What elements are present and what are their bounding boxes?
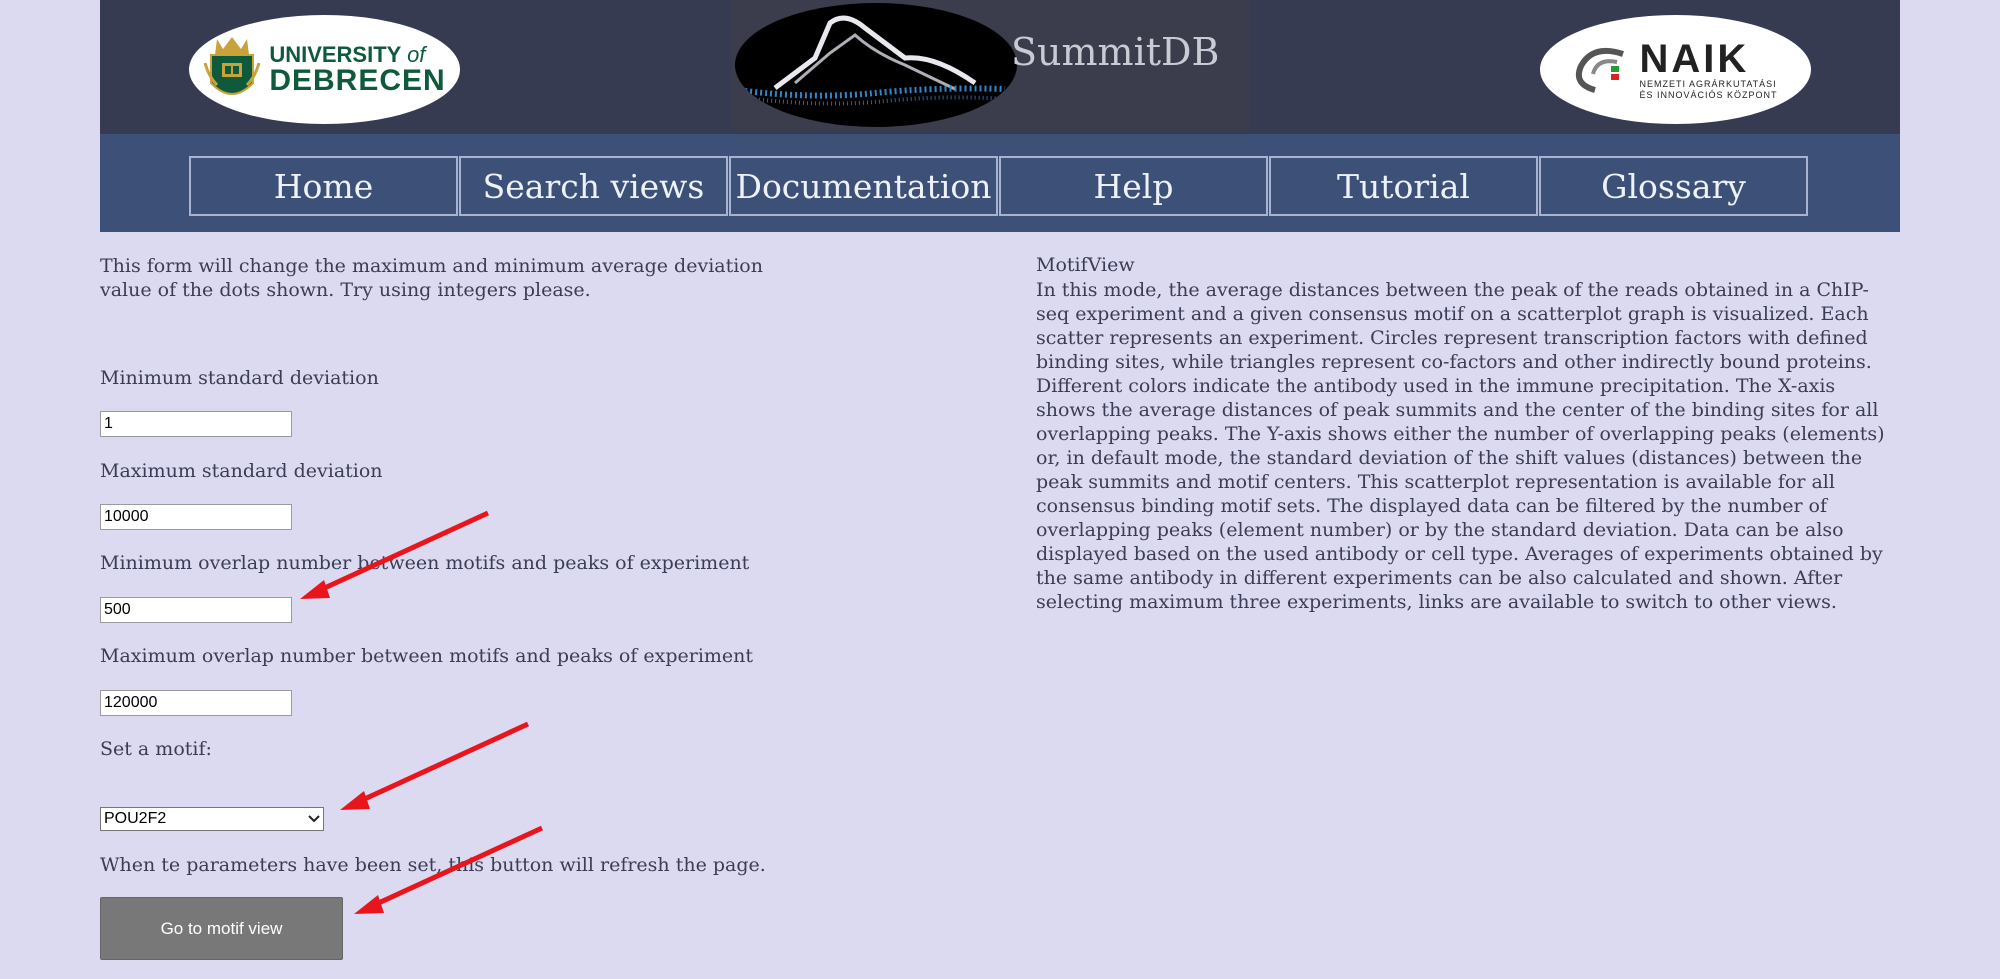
- annotation-arrows: [300, 510, 544, 914]
- red-arrow-icon: [300, 510, 490, 599]
- red-arrow-icon: [354, 825, 544, 914]
- red-arrow-icon: [340, 721, 530, 810]
